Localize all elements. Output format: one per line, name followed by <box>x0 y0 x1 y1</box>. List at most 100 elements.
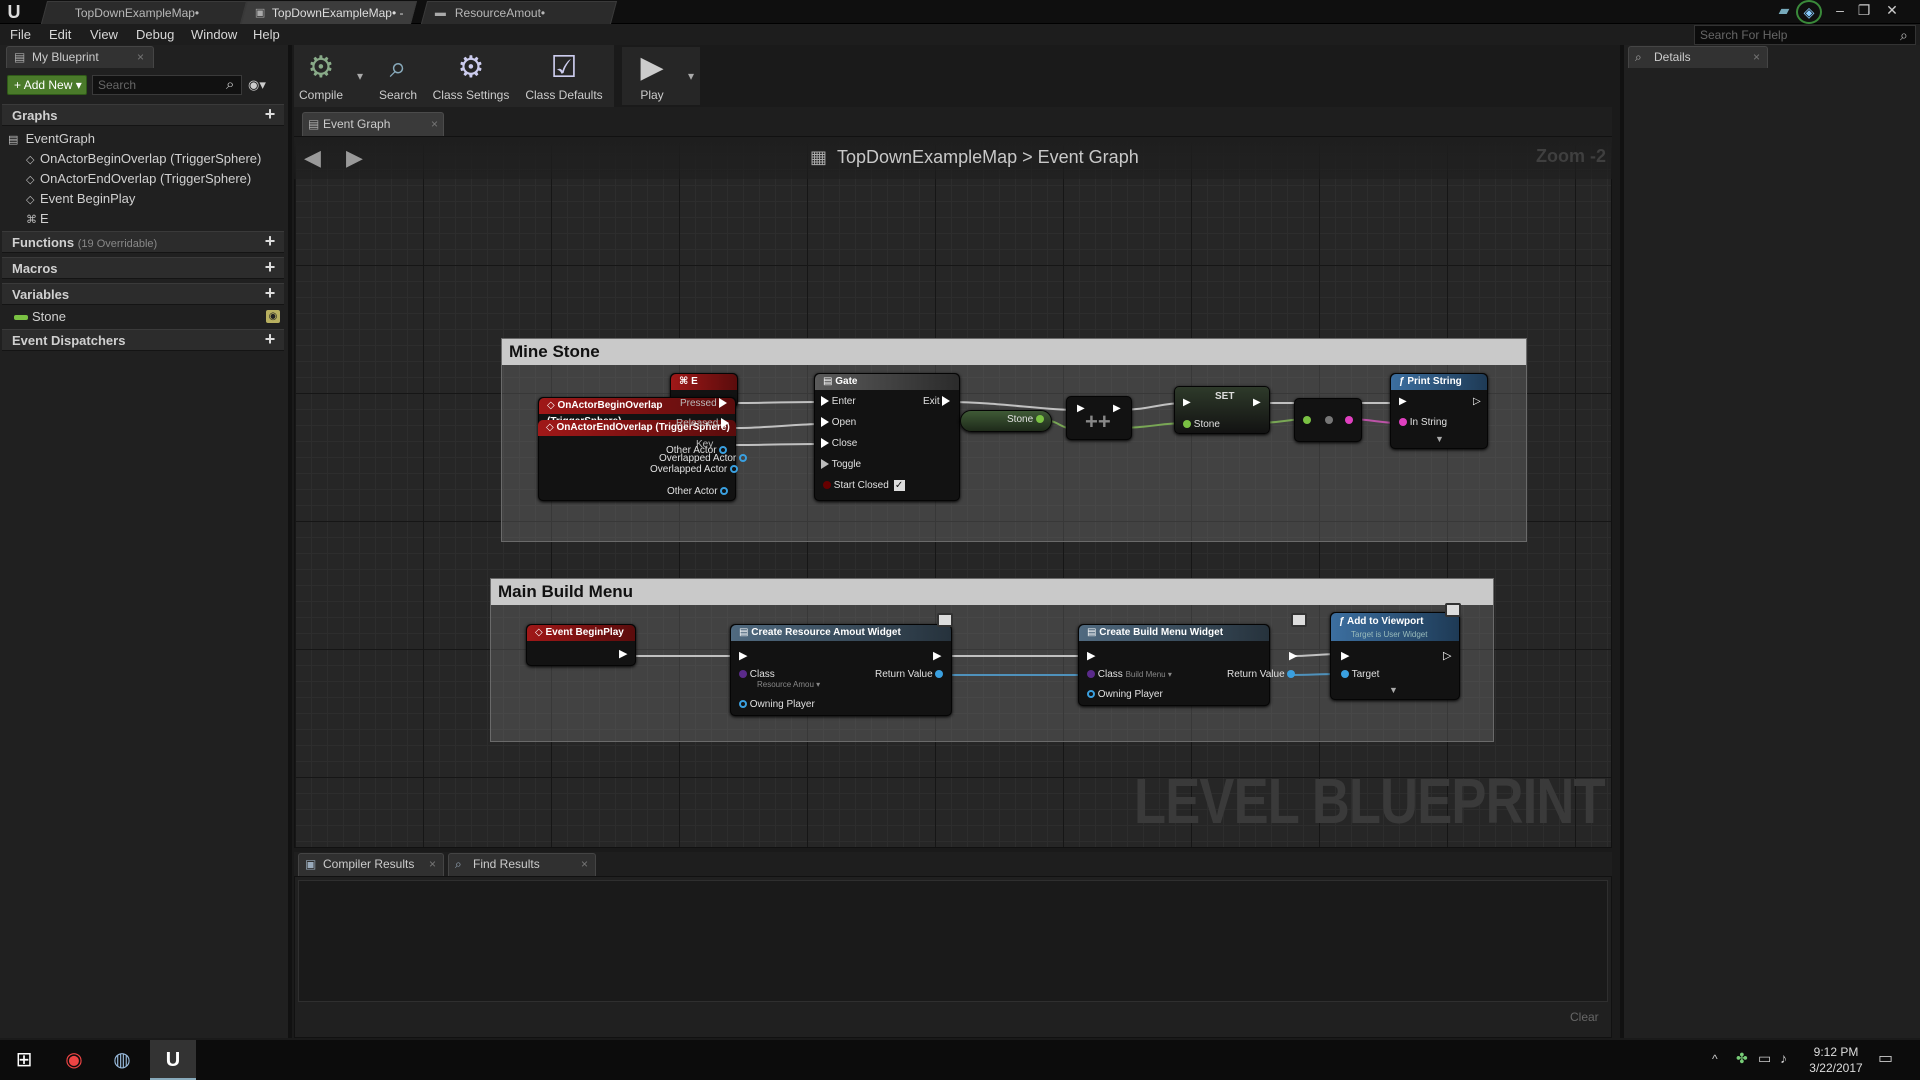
close-tab-icon[interactable]: × <box>581 854 588 875</box>
pin-toggle[interactable]: Toggle <box>821 459 861 470</box>
steam-icon[interactable]: ◍ <box>108 1046 136 1074</box>
checkbox-checked-icon[interactable]: ✓ <box>893 480 905 491</box>
pin-class[interactable]: Class Build Menu ▾ <box>1087 669 1172 680</box>
menu-file[interactable]: File <box>10 24 31 45</box>
pin-released[interactable]: Released <box>676 418 730 429</box>
view-options-icon[interactable]: ◉▾ <box>248 77 266 93</box>
node-int-to-string[interactable] <box>1294 398 1362 442</box>
details-tab[interactable]: ⌕ Details × <box>1628 46 1768 68</box>
node-gate[interactable]: ▤ Gate Enter Exit Open Close Toggle Star… <box>814 373 960 501</box>
pin-pressed[interactable]: Pressed <box>680 398 728 409</box>
expand-chevron-icon[interactable]: ▼ <box>1435 434 1444 444</box>
add-macro-icon[interactable]: + <box>262 258 278 276</box>
node-create-resource-widget[interactable]: ▤ Create Resource Amout Widget ▶ ▶ Class… <box>730 613 953 716</box>
close-tab-icon[interactable]: × <box>431 113 438 135</box>
tab-find-results[interactable]: ⌕ Find Results × <box>448 853 596 876</box>
menu-edit[interactable]: Edit <box>49 24 71 45</box>
pin-target[interactable]: Target <box>1341 669 1379 680</box>
close-tab-icon[interactable]: × <box>429 854 436 875</box>
tree-item-eventgraph[interactable]: ▤ EventGraph <box>8 129 95 149</box>
node-create-build-menu-widget[interactable]: ▤ Create Build Menu Widget ▶ ▶ Class Bui… <box>1078 613 1307 706</box>
add-function-icon[interactable]: + <box>262 232 278 250</box>
doc-tab-2[interactable]: ▣TopDownExampleMap• - L <box>240 1 418 42</box>
restore-icon[interactable]: ❐ <box>1852 0 1876 22</box>
variable-stone[interactable]: Stone ◉ <box>14 307 282 327</box>
breadcrumb-map[interactable]: TopDownExampleMap <box>837 147 1017 167</box>
pin-enter[interactable]: Enter <box>821 396 856 407</box>
pin-other-actor[interactable]: Other Actor <box>667 486 729 497</box>
nav-back-arrow-icon[interactable]: ◀ <box>304 146 328 170</box>
clear-button[interactable]: Clear <box>1570 1010 1599 1024</box>
doc-tab-3[interactable]: ▬ ResourceAmout• <box>420 1 618 24</box>
section-macros[interactable]: Macros + <box>2 257 284 279</box>
play-button[interactable]: ▶ Play <box>622 47 682 105</box>
pin-exit[interactable]: Exit <box>923 396 951 407</box>
node-end-overlap[interactable]: ◇ OnActorEndOverlap (TriggerSphere) Over… <box>538 398 739 480</box>
notify-icon[interactable]: ▰ <box>1772 0 1796 22</box>
menu-help[interactable]: Help <box>253 24 280 45</box>
action-center-icon[interactable]: ▭ <box>1878 1048 1893 1068</box>
node-add-to-viewport[interactable]: ƒ Add to Viewport Target is User Widget ▶… <box>1330 603 1461 700</box>
play-options-chevron-icon[interactable]: ▾ <box>682 47 700 105</box>
tray-app-icon[interactable]: ✤ <box>1736 1050 1748 1067</box>
help-search-input[interactable]: Search For Help <box>1694 25 1916 45</box>
show-hidden-icons-chevron-icon[interactable]: ^ <box>1712 1052 1718 1066</box>
close-tab-icon[interactable]: × <box>1753 47 1760 68</box>
visibility-eye-icon[interactable]: ◉ <box>266 310 280 323</box>
menu-view[interactable]: View <box>90 24 118 45</box>
nav-forward-arrow-icon[interactable]: ▶ <box>346 146 370 170</box>
search-button[interactable]: ⌕ Search <box>374 47 422 105</box>
pin-return-value[interactable]: Return Value <box>875 669 944 680</box>
close-icon[interactable]: ✕ <box>1880 0 1904 22</box>
event-graph-tab[interactable]: ▤ Event Graph × <box>302 112 444 136</box>
windows-start-icon[interactable]: ⊞ <box>10 1046 38 1074</box>
pin-class[interactable]: Class <box>739 669 775 680</box>
pin-open[interactable]: Open <box>821 417 856 428</box>
tree-item-end-overlap[interactable]: ◇ OnActorEndOverlap (TriggerSphere) <box>26 169 251 189</box>
class-dropdown[interactable]: Resource Amou ▾ <box>757 680 820 689</box>
pin-close[interactable]: Close <box>821 438 857 449</box>
tree-item-begin-overlap[interactable]: ◇ OnActorBeginOverlap (TriggerSphere) <box>26 149 261 169</box>
section-graphs[interactable]: Graphs + <box>2 104 284 126</box>
pin-return-value[interactable]: Return Value <box>1227 669 1296 680</box>
node-get-stone[interactable]: Stone <box>960 410 1052 432</box>
section-functions[interactable]: Functions (19 Overridable) + <box>2 231 284 253</box>
source-control-icon[interactable]: ◈ <box>1796 0 1822 24</box>
class-defaults-button[interactable]: ☑ Class Defaults <box>520 47 608 105</box>
compile-button[interactable]: ⚙ Compile <box>296 47 346 105</box>
menu-window[interactable]: Window <box>191 24 237 45</box>
section-variables[interactable]: Variables + <box>2 283 284 305</box>
menu-debug[interactable]: Debug <box>136 24 174 45</box>
add-dispatcher-icon[interactable]: + <box>262 330 278 348</box>
section-event-dispatchers[interactable]: Event Dispatchers + <box>2 329 284 351</box>
minimize-icon[interactable]: – <box>1828 0 1852 22</box>
pin-key[interactable]: Key <box>696 439 713 450</box>
node-event-begin-play[interactable]: ◇ Event BeginPlay ▶ <box>526 624 636 666</box>
system-clock[interactable]: 9:12 PM 3/22/2017 <box>1806 1044 1866 1076</box>
pin-overlapped-actor[interactable]: Overlapped Actor <box>650 464 739 475</box>
pin-owning-player[interactable]: Owning Player <box>1087 689 1163 700</box>
node-increment[interactable]: ▶ ▶ ++ <box>1066 396 1132 440</box>
pin-owning-player[interactable]: Owning Player <box>739 699 815 710</box>
pin-start-closed[interactable]: Start Closed ✓ <box>823 480 905 491</box>
close-tab-icon[interactable]: × <box>137 47 144 68</box>
add-variable-icon[interactable]: + <box>262 284 278 302</box>
add-new-button[interactable]: + Add New ▾ <box>7 75 87 95</box>
node-set-stone[interactable]: SET ▶ ▶ Stone <box>1174 386 1270 434</box>
tree-item-begin-play[interactable]: ◇ Event BeginPlay <box>26 189 135 209</box>
tab-compiler-results[interactable]: ▣ Compiler Results × <box>298 853 444 876</box>
pin-stone[interactable]: Stone <box>1007 414 1044 425</box>
volume-icon[interactable]: ♪ <box>1780 1050 1787 1066</box>
my-blueprint-tab[interactable]: ▤ My Blueprint × <box>6 46 154 68</box>
tree-item-e[interactable]: ⌘ E <box>26 209 49 229</box>
add-graph-icon[interactable]: + <box>262 105 278 123</box>
breadcrumb-graph[interactable]: Event Graph <box>1038 147 1139 167</box>
pin-in-string[interactable]: In String <box>1399 417 1447 428</box>
blueprint-search-input[interactable]: Search <box>92 75 242 95</box>
class-settings-button[interactable]: ⚙ Class Settings <box>428 47 514 105</box>
chrome-icon[interactable]: ◉ <box>60 1046 88 1074</box>
class-dropdown[interactable]: Build Menu ▾ <box>1126 670 1172 679</box>
expand-chevron-icon[interactable]: ▼ <box>1389 685 1398 695</box>
doc-tab-1[interactable]: TopDownExampleMap• <box>40 1 248 24</box>
unreal-taskbar-icon[interactable]: U <box>150 1040 196 1080</box>
